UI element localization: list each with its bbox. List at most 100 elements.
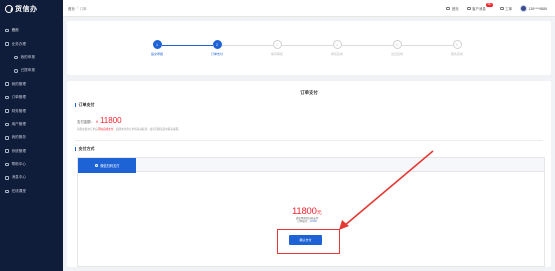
order-steps: 1 提交申报 2 订单支付 3 等待审核 4 审核完成 5 出证完成 6 服务完成	[67, 21, 551, 75]
step-number: 6	[452, 40, 462, 49]
menu-icon	[5, 42, 9, 46]
sidebar-item-label: 我的申报	[20, 54, 35, 59]
amount-value: 11800	[99, 116, 122, 125]
sidebar-menu: 首页业务办理我的申报已提申报我的管理订单管理财务管理用户管理我的服务系统管理帮助…	[0, 24, 63, 198]
payment-total-value: 11800	[292, 206, 317, 217]
sidebar-item[interactable]: 财务管理	[0, 104, 63, 117]
app-logo[interactable]: 货信办	[5, 4, 38, 14]
app-logo-text: 货信办	[15, 6, 38, 13]
step-label: 等待审核	[270, 52, 283, 56]
step-number: 1	[152, 40, 162, 49]
payment-method-tabs: 微信扫码支付	[77, 157, 545, 173]
menu-icon	[5, 28, 9, 33]
step-number: 5	[392, 40, 402, 49]
step-item: 2 订单支付	[197, 40, 237, 56]
sidebar-item-label: 我的服务	[11, 135, 26, 140]
breadcrumb: 首页 / 订单	[68, 6, 87, 11]
payment-total: 11800元	[292, 206, 322, 217]
order-number-value: 17232	[309, 220, 317, 224]
menu-icon	[5, 95, 9, 100]
header-message-link[interactable]: 客户消息 99+	[466, 3, 493, 11]
sidebar-item[interactable]: 业务办理	[0, 37, 63, 50]
breadcrumb-home[interactable]: 首页	[68, 6, 75, 11]
sidebar-item[interactable]: 订单管理	[0, 91, 63, 104]
sidebar-item-label: 财务管理	[11, 108, 26, 113]
sidebar-item-label: 用户管理	[11, 121, 26, 126]
amount-label: 支付金额：	[77, 120, 94, 124]
step-number: 3	[272, 40, 282, 49]
sidebar-item[interactable]: 已提申报	[0, 64, 63, 77]
sidebar-item[interactable]: 在线课堂	[0, 185, 63, 198]
user-name: 138****8888	[528, 6, 547, 11]
tip-prefix: 请您在提交订单后	[77, 128, 98, 131]
top-header: 首页 / 订单 首页 客户消息 99+ 工单 138****8888	[63, 0, 555, 17]
payment-tip: 请您在提交订单后尽快完成支付，逾期未付款订单将自动取消，如有问题请及时联系客服。	[77, 127, 181, 131]
header-home-label: 首页	[451, 7, 459, 11]
tip-suffix: ，逾期未付款订单将自动取消，如有问题请及时联系客服。	[113, 128, 181, 131]
sidebar-item-label: 我的管理	[11, 81, 26, 86]
section-order-title: 订单支付	[75, 103, 95, 107]
menu-icon	[5, 82, 9, 87]
section-divider	[75, 140, 543, 141]
sidebar-item[interactable]: 我的管理	[0, 78, 63, 91]
dot-icon	[14, 55, 18, 60]
payment-info-line2: 订单编号：17232	[285, 220, 329, 223]
menu-icon	[5, 162, 9, 167]
breadcrumb-current: 订单	[79, 7, 87, 11]
message-icon	[466, 6, 471, 11]
sidebar-item[interactable]: 用户管理	[0, 118, 63, 131]
step-number: 2	[212, 40, 222, 49]
tip-highlight: 尽快完成支付	[97, 128, 114, 131]
menu-icon	[5, 189, 9, 194]
sidebar-item[interactable]: 我的申报	[0, 51, 63, 64]
menu-icon	[5, 176, 9, 180]
page-title: 订单支付	[300, 90, 318, 95]
avatar	[520, 5, 528, 12]
sidebar-item[interactable]: 首页	[0, 24, 63, 37]
step-label: 出证完成	[390, 52, 403, 56]
sidebar: 货信办 首页业务办理我的申报已提申报我的管理订单管理财务管理用户管理我的服务系统…	[0, 0, 63, 271]
sidebar-item-label: 系统管理	[11, 148, 26, 153]
sidebar-item-label: 在线课堂	[11, 188, 26, 193]
tab-wechat-pay[interactable]: 微信扫码支付	[78, 158, 136, 173]
sidebar-item-label: 首页	[11, 28, 19, 33]
user-menu[interactable]: 138****8888	[520, 5, 547, 12]
sidebar-item[interactable]: 消息中心	[0, 171, 63, 184]
sidebar-item-label: 帮助中心	[11, 162, 26, 167]
menu-icon	[5, 136, 9, 140]
home-icon	[446, 6, 451, 11]
header-ticket-link[interactable]: 工单	[499, 6, 513, 11]
step-item: 6 服务完成	[437, 40, 477, 56]
tab-wechat-pay-label: 微信扫码支付	[100, 164, 120, 168]
step-label: 提交申报	[150, 52, 163, 56]
payment-info: 请使用微信扫码支付 订单编号：17232	[285, 217, 329, 224]
step-item: 1 提交申报	[137, 40, 177, 56]
step-number: 4	[332, 40, 342, 49]
payment-total-unit: 元	[316, 210, 322, 216]
header-ticket-label: 工单	[505, 7, 513, 11]
dot-icon	[14, 69, 18, 73]
ticket-icon	[499, 6, 504, 11]
header-home-link[interactable]: 首页	[446, 6, 459, 11]
sidebar-item[interactable]: 系统管理	[0, 145, 63, 158]
menu-icon	[5, 149, 9, 153]
sidebar-item-label: 消息中心	[11, 175, 26, 180]
message-count-badge: 99+	[486, 3, 493, 7]
step-item: 4 审核完成	[317, 40, 357, 56]
section-pay-title: 支付方式	[75, 147, 95, 151]
sidebar-item[interactable]: 帮助中心	[0, 158, 63, 171]
step-label: 审核完成	[330, 52, 343, 56]
sidebar-item[interactable]: 我的服务	[0, 131, 63, 144]
menu-icon	[5, 122, 9, 127]
order-number-label: 订单编号：	[297, 220, 310, 224]
sidebar-item-label: 业务办理	[11, 41, 26, 46]
breadcrumb-separator: /	[76, 6, 78, 10]
menu-icon	[5, 109, 9, 113]
confirm-pay-button[interactable]: 确认支付	[289, 235, 322, 245]
payment-amount-line: 支付金额： ¥ 11800	[77, 116, 122, 125]
logo-icon	[5, 5, 13, 13]
step-label: 服务完成	[450, 52, 463, 56]
wechat-pay-icon	[94, 163, 99, 168]
amount-currency: ¥	[95, 120, 98, 124]
step-item: 5 出证完成	[377, 40, 417, 56]
